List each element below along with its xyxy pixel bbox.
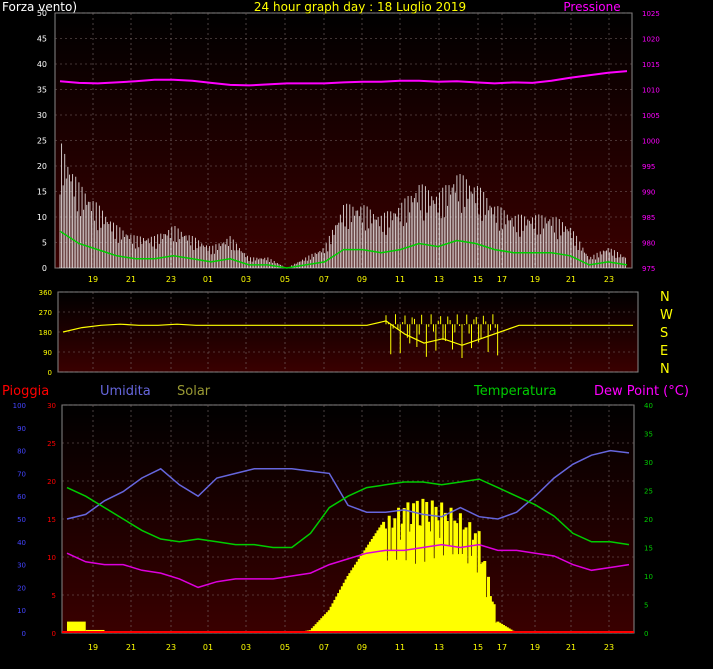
weather-x-tick: 05: [280, 643, 290, 652]
pressure-y-tick: 980: [642, 240, 655, 248]
pressure-y-tick: 1000: [642, 138, 660, 146]
pressure-y-tick: 990: [642, 189, 655, 197]
weather-x-tick: 21: [566, 643, 576, 652]
temperature-legend: Temperatura: [473, 384, 557, 399]
weather-x-tick: 19: [88, 643, 98, 652]
weather-x-tick: 17: [497, 643, 507, 652]
humidity-y-tick: 10: [17, 607, 26, 615]
solar-legend: Solar: [177, 384, 211, 399]
rain-y-tick: 0: [52, 630, 56, 638]
pressure-y-tick: 995: [642, 163, 655, 171]
temp-y-tick: 15: [644, 545, 653, 553]
weather-x-tick: 11: [395, 643, 405, 652]
pressure-y-tick: 1025: [642, 10, 660, 18]
rain-y-tick: 10: [47, 554, 56, 562]
wind-x-tick: 01: [203, 275, 213, 284]
temp-y-tick: 20: [644, 516, 653, 524]
pressure-y-tick: 985: [642, 214, 655, 222]
humidity-y-tick: 80: [17, 448, 26, 456]
wind-y-tick: 20: [37, 162, 47, 171]
rain-y-tick: 30: [47, 402, 56, 410]
humidity-y-tick: 90: [17, 425, 26, 433]
temp-y-tick: 5: [644, 602, 648, 610]
weather-x-tick: 07: [319, 643, 329, 652]
temp-y-tick: 10: [644, 573, 653, 581]
pressure-y-tick: 1005: [642, 112, 660, 120]
pressure-y-tick: 1010: [642, 87, 660, 95]
wind-x-tick: 13: [434, 275, 444, 284]
wind-y-tick: 15: [37, 188, 47, 197]
weather-x-tick: 21: [126, 643, 136, 652]
wind-x-tick: 09: [357, 275, 367, 284]
humidity-legend: Umidita: [100, 384, 151, 399]
temp-y-tick: 0: [644, 630, 648, 638]
weather-x-tick: 03: [241, 643, 251, 652]
weather-x-tick: 19: [530, 643, 540, 652]
humidity-y-tick: 70: [17, 470, 26, 478]
direction-y-tick: 90: [43, 349, 52, 357]
wind-x-tick: 17: [497, 275, 507, 284]
wind-y-tick: 25: [37, 137, 47, 146]
humidity-y-tick: 100: [13, 402, 26, 410]
wind-x-tick: 21: [566, 275, 576, 284]
pressure-y-tick: 975: [642, 265, 655, 273]
weather-x-tick: 13: [434, 643, 444, 652]
temp-y-tick: 35: [644, 431, 653, 439]
wind-y-tick: 5: [42, 239, 47, 248]
wind-x-tick: 19: [88, 275, 98, 284]
wind-x-tick: 21: [126, 275, 136, 284]
direction-y-tick: 180: [39, 329, 52, 337]
compass-label: N: [660, 362, 670, 377]
dewpoint-legend: Dew Point (°C): [594, 384, 689, 399]
wind-x-tick: 15: [473, 275, 483, 284]
wind-x-tick: 23: [166, 275, 176, 284]
pressure-y-tick: 1015: [642, 61, 660, 69]
weather-x-tick: 15: [473, 643, 483, 652]
temp-y-tick: 25: [644, 488, 653, 496]
rain-y-tick: 15: [47, 516, 56, 524]
weather-chart: Forza vento) 24 hour graph day : 18 Lugl…: [2, 0, 689, 652]
pressure-axis-title: Pressione: [563, 0, 620, 14]
humidity-y-tick: 20: [17, 584, 26, 592]
humidity-y-tick: 40: [17, 539, 26, 547]
temp-y-tick: 40: [644, 402, 653, 410]
weather-x-tick: 23: [166, 643, 176, 652]
compass-label: N: [660, 290, 670, 305]
compass-label: S: [660, 326, 668, 341]
wind-y-tick: 30: [37, 111, 47, 120]
wind-x-tick: 23: [604, 275, 614, 284]
compass-label: E: [660, 344, 668, 359]
wind-y-tick: 40: [37, 60, 47, 69]
humidity-y-tick: 50: [17, 516, 26, 524]
temp-y-tick: 30: [644, 459, 653, 467]
humidity-y-tick: 30: [17, 562, 26, 570]
wind-x-tick: 19: [530, 275, 540, 284]
wind-x-tick: 05: [280, 275, 290, 284]
rain-y-tick: 20: [47, 478, 56, 486]
rain-legend: Pioggia: [2, 384, 49, 399]
weather-x-tick: 23: [604, 643, 614, 652]
humidity-y-tick: 0: [22, 630, 26, 638]
direction-y-tick: 360: [39, 289, 52, 297]
wind-x-tick: 03: [241, 275, 251, 284]
weather-x-tick: 01: [203, 643, 213, 652]
rain-y-tick: 25: [47, 440, 56, 448]
wind-y-tick: 45: [37, 35, 47, 44]
direction-y-tick: 0: [48, 369, 52, 377]
rain-y-tick: 5: [52, 592, 56, 600]
direction-y-tick: 270: [39, 309, 52, 317]
humidity-y-tick: 60: [17, 493, 26, 501]
weather-x-tick: 09: [357, 643, 367, 652]
wind-x-tick: 11: [395, 275, 405, 284]
pressure-y-tick: 1020: [642, 36, 660, 44]
wind-y-tick: 10: [37, 213, 47, 222]
wind-x-tick: 07: [319, 275, 329, 284]
wind-y-tick: 0: [42, 264, 47, 273]
chart-title: 24 hour graph day : 18 Luglio 2019: [254, 0, 466, 14]
wind-y-tick: 35: [37, 86, 47, 95]
compass-label: W: [660, 308, 673, 323]
wind-y-tick: 50: [37, 9, 47, 18]
